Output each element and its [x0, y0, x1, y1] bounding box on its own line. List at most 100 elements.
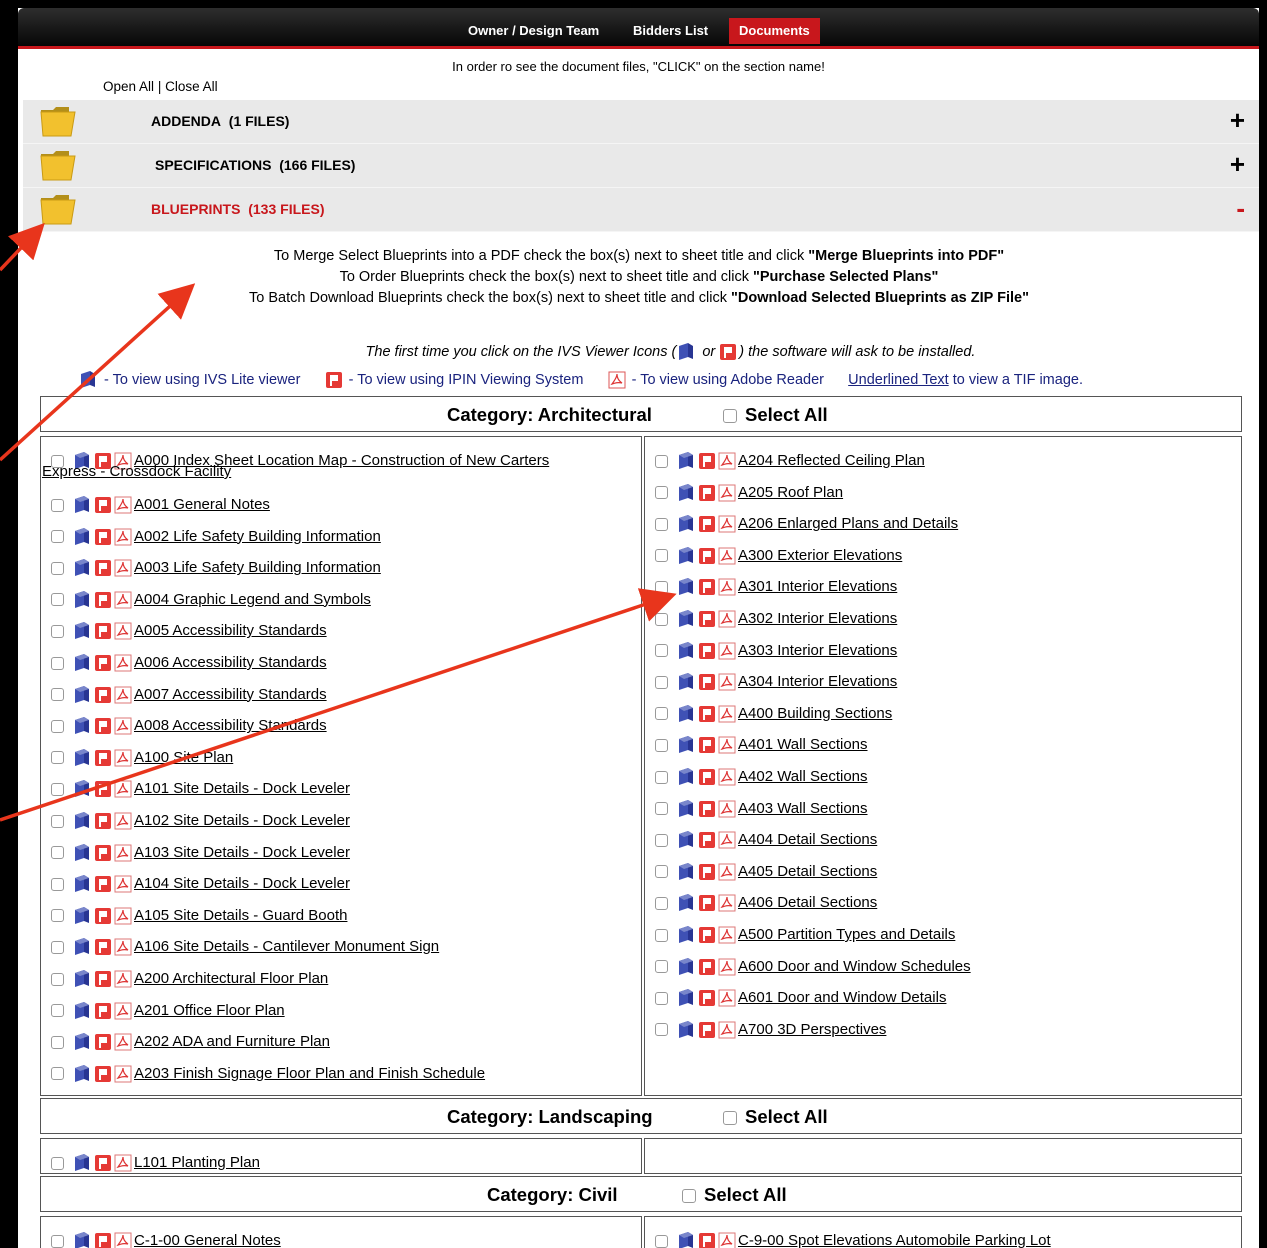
ivs-viewer-icon[interactable] [72, 685, 92, 705]
tab-owner-design-team[interactable]: Owner / Design Team [458, 18, 609, 44]
ipin-viewer-icon[interactable] [94, 749, 112, 767]
sheet-checkbox[interactable] [51, 814, 64, 828]
adobe-reader-icon[interactable] [718, 958, 736, 976]
ivs-viewer-icon[interactable] [72, 748, 92, 768]
ivs-viewer-icon[interactable] [72, 779, 92, 799]
sheet-title-link[interactable]: A400 Building Sections [738, 705, 892, 722]
ipin-viewer-icon[interactable] [698, 578, 716, 596]
sheet-title-link[interactable]: A002 Life Safety Building Information [134, 528, 381, 545]
ipin-viewer-icon[interactable] [94, 1154, 112, 1172]
ivs-viewer-icon[interactable] [676, 862, 696, 882]
ipin-viewer-icon[interactable] [94, 938, 112, 956]
sheet-checkbox[interactable] [51, 1234, 64, 1248]
sheet-checkbox[interactable] [655, 1234, 668, 1248]
sheet-title-link[interactable]: A700 3D Perspectives [738, 1021, 886, 1038]
sheet-checkbox[interactable] [51, 940, 64, 954]
sheet-title-link[interactable]: A206 Enlarged Plans and Details [738, 515, 958, 532]
sheet-checkbox[interactable] [655, 549, 668, 563]
sheet-checkbox[interactable] [51, 909, 64, 923]
sheet-checkbox[interactable] [51, 846, 64, 860]
sheet-title-link[interactable]: A303 Interior Elevations [738, 642, 897, 659]
ivs-viewer-icon[interactable] [676, 767, 696, 787]
ipin-viewer-icon[interactable] [94, 686, 112, 704]
sheet-title-link[interactable]: A402 Wall Sections [738, 768, 868, 785]
adobe-reader-icon[interactable] [718, 1232, 736, 1248]
ipin-viewer-icon[interactable] [698, 705, 716, 723]
adobe-reader-icon[interactable] [718, 452, 736, 470]
ipin-viewer-icon[interactable] [94, 591, 112, 609]
sheet-checkbox[interactable] [655, 707, 668, 721]
ipin-viewer-icon[interactable] [94, 1002, 112, 1020]
sheet-title-link[interactable]: L101 Planting Plan [134, 1154, 260, 1171]
ivs-viewer-icon[interactable] [72, 1231, 92, 1248]
ivs-viewer-icon[interactable] [676, 514, 696, 534]
ivs-viewer-icon[interactable] [72, 811, 92, 831]
sheet-checkbox[interactable] [655, 738, 668, 752]
sheet-title-link[interactable]: A500 Partition Types and Details [738, 926, 955, 943]
adobe-reader-icon[interactable] [114, 686, 132, 704]
ivs-viewer-icon[interactable] [676, 483, 696, 503]
sheet-checkbox[interactable] [655, 928, 668, 942]
adobe-reader-icon[interactable] [114, 907, 132, 925]
ipin-viewer-icon[interactable] [698, 831, 716, 849]
sheet-checkbox[interactable] [51, 688, 64, 702]
ipin-viewer-icon[interactable] [698, 768, 716, 786]
sheet-checkbox[interactable] [51, 751, 64, 765]
sheet-title-link[interactable]: A300 Exterior Elevations [738, 547, 902, 564]
sheet-title-link[interactable]: A008 Accessibility Standards [134, 717, 327, 734]
ivs-viewer-icon[interactable] [676, 830, 696, 850]
tab-bidders-list[interactable]: Bidders List [623, 18, 718, 44]
section-addenda-label[interactable]: ADDENDA (1 FILES) [151, 113, 289, 129]
adobe-reader-icon[interactable] [718, 610, 736, 628]
ipin-viewer-icon[interactable] [94, 496, 112, 514]
ipin-viewer-icon[interactable] [698, 1021, 716, 1039]
ivs-viewer-icon[interactable] [72, 874, 92, 894]
open-all-link[interactable]: Open All [103, 79, 154, 94]
sheet-title-link[interactable]: A104 Site Details - Dock Leveler [134, 875, 350, 892]
sheet-title-link[interactable]: A105 Site Details - Guard Booth [134, 907, 347, 924]
sheet-checkbox[interactable] [51, 656, 64, 670]
select-all-civil[interactable]: Select All [682, 1184, 787, 1206]
sheet-checkbox[interactable] [655, 644, 668, 658]
ivs-viewer-icon[interactable] [72, 558, 92, 578]
sheet-checkbox[interactable] [655, 612, 668, 626]
sheet-title-link[interactable]: A405 Detail Sections [738, 863, 877, 880]
sheet-checkbox[interactable] [51, 972, 64, 986]
ipin-viewer-icon[interactable] [94, 780, 112, 798]
sheet-checkbox[interactable] [655, 454, 668, 468]
sheet-title-link[interactable]: A204 Reflected Ceiling Plan [738, 452, 925, 469]
ivs-viewer-icon[interactable] [676, 1020, 696, 1040]
ipin-viewer-icon[interactable] [94, 654, 112, 672]
sheet-checkbox[interactable] [51, 498, 64, 512]
sheet-checkbox[interactable] [655, 580, 668, 594]
ivs-viewer-icon[interactable] [72, 527, 92, 547]
adobe-reader-icon[interactable] [114, 717, 132, 735]
ipin-viewer-icon[interactable] [698, 484, 716, 502]
sheet-checkbox[interactable] [51, 782, 64, 796]
sheet-checkbox[interactable] [655, 960, 668, 974]
ivs-viewer-icon[interactable] [676, 925, 696, 945]
ivs-viewer-icon[interactable] [72, 621, 92, 641]
ipin-viewer-icon[interactable] [94, 970, 112, 988]
tif-link[interactable]: Underlined Text [848, 372, 949, 388]
ivs-viewer-icon[interactable] [676, 546, 696, 566]
select-all-architectural[interactable]: Select All [723, 404, 828, 426]
sheet-title-link[interactable]: A401 Wall Sections [738, 736, 868, 753]
adobe-reader-icon[interactable] [114, 844, 132, 862]
adobe-reader-icon[interactable] [114, 938, 132, 956]
ivs-viewer-icon[interactable] [676, 893, 696, 913]
sheet-checkbox[interactable] [655, 1023, 668, 1037]
ipin-viewer-icon[interactable] [94, 907, 112, 925]
collapse-icon[interactable]: - [1236, 193, 1245, 224]
ivs-viewer-icon[interactable] [676, 704, 696, 724]
ipin-viewer-icon[interactable] [94, 528, 112, 546]
ivs-viewer-icon[interactable] [676, 609, 696, 629]
adobe-reader-icon[interactable] [114, 1002, 132, 1020]
ipin-viewer-icon[interactable] [94, 1232, 112, 1248]
ipin-viewer-icon[interactable] [698, 863, 716, 881]
ivs-viewer-icon[interactable] [72, 969, 92, 989]
ipin-viewer-icon[interactable] [698, 547, 716, 565]
adobe-reader-icon[interactable] [114, 1033, 132, 1051]
ipin-viewer-icon[interactable] [698, 1232, 716, 1248]
ivs-viewer-icon[interactable] [72, 937, 92, 957]
